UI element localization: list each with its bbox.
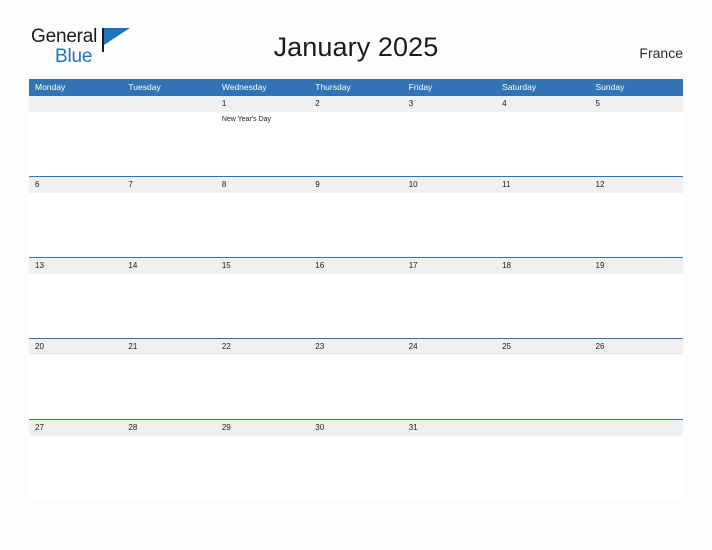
day-number[interactable]: 19 (590, 258, 683, 274)
day-number[interactable]: 11 (496, 177, 589, 193)
country-label: France (639, 45, 683, 61)
day-number[interactable]: 30 (309, 420, 402, 436)
day-cell[interactable] (29, 355, 122, 419)
week-row: 27 28 29 30 31 (29, 419, 683, 500)
day-number[interactable]: 27 (29, 420, 122, 436)
day-cell[interactable] (122, 274, 215, 338)
page-header: General Blue January 2025 France (0, 0, 712, 79)
day-number[interactable]: 18 (496, 258, 589, 274)
weekday-sunday: Sunday (595, 82, 625, 92)
day-cell[interactable] (590, 193, 683, 257)
week-event-band (29, 193, 683, 257)
day-number[interactable]: 7 (122, 177, 215, 193)
day-cell[interactable] (403, 193, 496, 257)
weekday-saturday: Saturday (502, 82, 537, 92)
day-cell[interactable] (29, 112, 122, 176)
day-cell[interactable] (403, 112, 496, 176)
week-event-band (29, 436, 683, 500)
day-number[interactable]: 15 (216, 258, 309, 274)
day-number[interactable]: 2 (309, 96, 402, 112)
day-cell[interactable] (403, 436, 496, 500)
week-event-band: New Year's Day (29, 112, 683, 176)
day-number[interactable]: 16 (309, 258, 402, 274)
day-number[interactable] (29, 96, 122, 112)
week-date-band: 13 14 15 16 17 18 19 (29, 258, 683, 274)
day-number[interactable]: 12 (590, 177, 683, 193)
day-number[interactable] (590, 420, 683, 436)
calendar-grid: Monday Tuesday Wednesday Thursday Friday… (29, 79, 683, 500)
day-number[interactable]: 17 (403, 258, 496, 274)
week-date-band: 1 2 3 4 5 (29, 96, 683, 112)
week-date-band: 20 21 22 23 24 25 26 (29, 339, 683, 355)
day-cell[interactable] (122, 355, 215, 419)
day-cell[interactable] (216, 193, 309, 257)
week-row: 13 14 15 16 17 18 19 (29, 257, 683, 338)
day-cell[interactable]: New Year's Day (216, 112, 309, 176)
day-number[interactable]: 29 (216, 420, 309, 436)
day-cell[interactable] (29, 436, 122, 500)
week-date-band: 6 7 8 9 10 11 12 (29, 177, 683, 193)
day-cell[interactable] (309, 436, 402, 500)
day-number[interactable]: 28 (122, 420, 215, 436)
week-event-band (29, 355, 683, 419)
day-cell[interactable] (29, 274, 122, 338)
day-number[interactable]: 6 (29, 177, 122, 193)
day-cell[interactable] (496, 193, 589, 257)
weekday-tuesday: Tuesday (128, 82, 161, 92)
calendar-page: General Blue January 2025 France Monday … (0, 0, 712, 550)
page-title: January 2025 (273, 32, 439, 62)
day-cell[interactable] (309, 355, 402, 419)
day-number[interactable]: 21 (122, 339, 215, 355)
day-cell[interactable] (496, 436, 589, 500)
week-row: 1 2 3 4 5 New Year's Day (29, 96, 683, 176)
day-cell[interactable] (122, 112, 215, 176)
day-number[interactable]: 8 (216, 177, 309, 193)
week-date-band: 27 28 29 30 31 (29, 420, 683, 436)
day-number[interactable]: 24 (403, 339, 496, 355)
day-number[interactable]: 10 (403, 177, 496, 193)
weekday-monday: Monday (35, 82, 66, 92)
day-cell[interactable] (590, 436, 683, 500)
day-number[interactable]: 5 (590, 96, 683, 112)
day-cell[interactable] (216, 355, 309, 419)
day-cell[interactable] (216, 436, 309, 500)
day-cell[interactable] (216, 274, 309, 338)
day-number[interactable]: 25 (496, 339, 589, 355)
day-cell[interactable] (29, 193, 122, 257)
day-cell[interactable] (122, 193, 215, 257)
week-row: 20 21 22 23 24 25 26 (29, 338, 683, 419)
day-number[interactable]: 1 (216, 96, 309, 112)
day-cell[interactable] (309, 112, 402, 176)
day-number[interactable]: 23 (309, 339, 402, 355)
day-cell[interactable] (496, 112, 589, 176)
day-number[interactable]: 9 (309, 177, 402, 193)
day-number[interactable]: 13 (29, 258, 122, 274)
day-cell[interactable] (403, 274, 496, 338)
day-cell[interactable] (122, 436, 215, 500)
week-row: 6 7 8 9 10 11 12 (29, 176, 683, 257)
day-cell[interactable] (309, 193, 402, 257)
day-number[interactable]: 3 (403, 96, 496, 112)
day-number[interactable]: 31 (403, 420, 496, 436)
day-cell[interactable] (496, 355, 589, 419)
day-cell[interactable] (590, 274, 683, 338)
day-cell[interactable] (403, 355, 496, 419)
day-number[interactable] (122, 96, 215, 112)
day-event-label: New Year's Day (221, 116, 272, 123)
weekday-thursday: Thursday (315, 82, 351, 92)
day-number[interactable] (496, 420, 589, 436)
day-cell[interactable] (309, 274, 402, 338)
week-event-band (29, 274, 683, 338)
day-cell[interactable] (496, 274, 589, 338)
day-cell[interactable] (590, 112, 683, 176)
weekday-header-row: Monday Tuesday Wednesday Thursday Friday… (29, 79, 683, 96)
day-number[interactable]: 14 (122, 258, 215, 274)
day-number[interactable]: 22 (216, 339, 309, 355)
day-number[interactable]: 4 (496, 96, 589, 112)
day-number[interactable]: 26 (590, 339, 683, 355)
weekday-wednesday: Wednesday (221, 82, 267, 92)
day-number[interactable]: 20 (29, 339, 122, 355)
day-cell[interactable] (590, 355, 683, 419)
weekday-friday: Friday (408, 82, 433, 92)
